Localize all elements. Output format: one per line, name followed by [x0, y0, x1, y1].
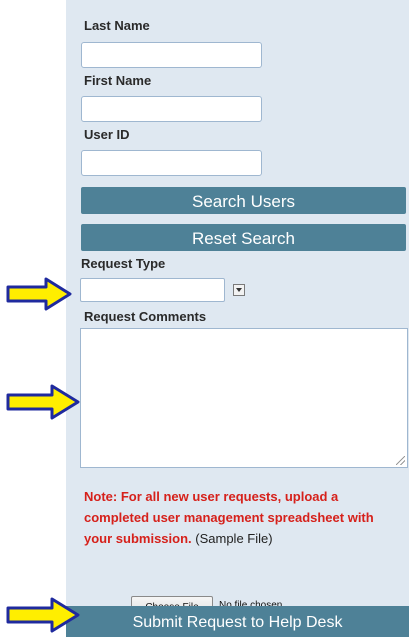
last-name-input[interactable] [81, 42, 262, 68]
resize-grip-icon[interactable] [396, 456, 405, 465]
search-users-button[interactable]: Search Users [81, 187, 406, 214]
user-id-input[interactable] [81, 150, 262, 176]
yellow-arrow-icon [6, 597, 80, 633]
sample-file-link[interactable]: (Sample File) [195, 531, 272, 546]
request-comments-textarea[interactable] [80, 328, 408, 468]
last-name-label: Last Name [84, 18, 150, 33]
first-name-input[interactable] [81, 96, 262, 122]
request-type-label: Request Type [81, 256, 166, 271]
request-comments-label: Request Comments [84, 309, 207, 324]
submit-request-button[interactable]: Submit Request to Help Desk [66, 606, 409, 637]
request-type-select[interactable] [80, 278, 225, 302]
first-name-label: First Name [84, 73, 152, 88]
chevron-down-icon[interactable] [233, 284, 245, 296]
upload-note: Note: For all new user requests, upload … [84, 486, 399, 549]
user-id-label: User ID [84, 127, 130, 142]
reset-search-button[interactable]: Reset Search [81, 224, 406, 251]
yellow-arrow-icon [6, 384, 80, 420]
yellow-arrow-icon [6, 277, 72, 311]
